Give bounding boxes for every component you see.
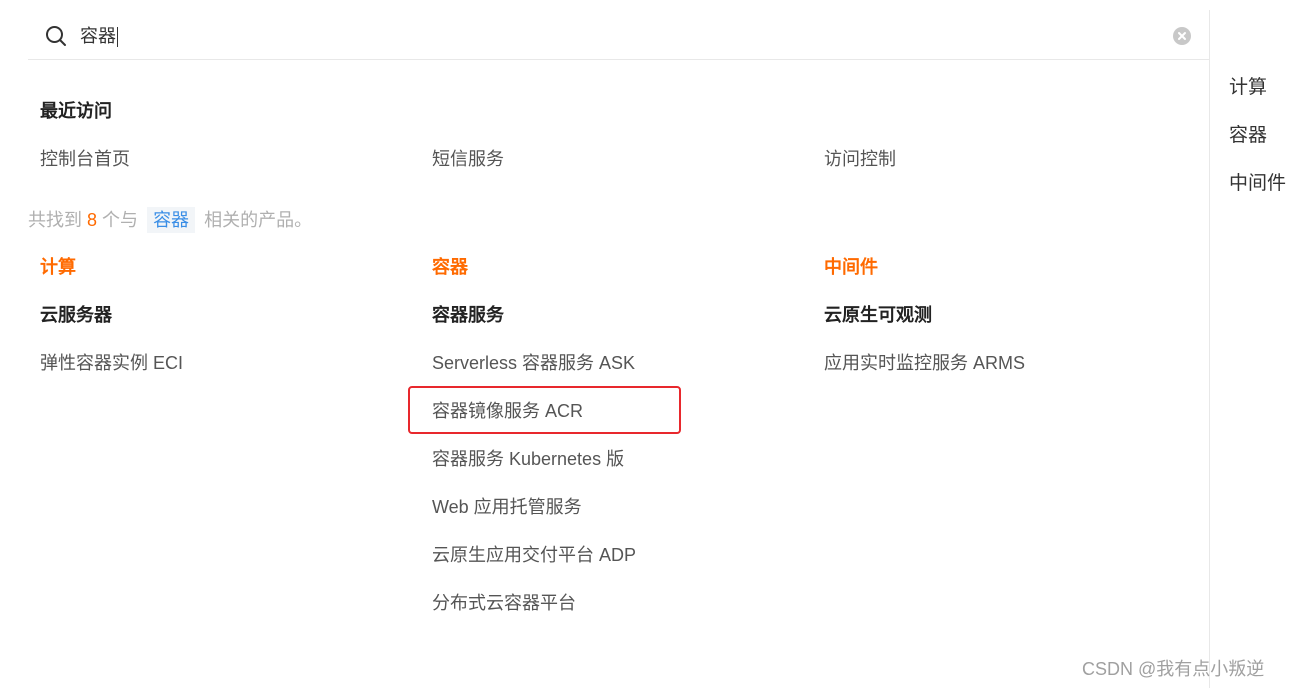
product-link[interactable]: 分布式云容器平台: [432, 589, 576, 615]
result-keyword-tag: 容器: [147, 207, 196, 233]
search-bar[interactable]: 容器: [28, 12, 1209, 60]
recent-item-console-home[interactable]: 控制台首页: [40, 145, 130, 171]
recent-item-access-control[interactable]: 访问控制: [824, 145, 896, 171]
group-cloud-native-observability: 云原生可观测: [824, 305, 932, 325]
result-middle: 个与: [102, 210, 139, 230]
group-container-service: 容器服务: [432, 305, 504, 325]
product-link[interactable]: Serverless 容器服务 ASK: [432, 349, 635, 375]
product-link[interactable]: 容器服务 Kubernetes 版: [432, 445, 624, 471]
category-container: 容器: [432, 257, 468, 277]
group-cloud-server: 云服务器: [40, 305, 112, 325]
search-icon: [46, 26, 66, 46]
result-prefix: 共找到: [28, 210, 82, 230]
product-link[interactable]: Web 应用托管服务: [432, 493, 582, 519]
search-input[interactable]: 容器: [80, 22, 118, 50]
product-link[interactable]: 云原生应用交付平台 ADP: [432, 541, 636, 567]
result-suffix: 相关的产品。: [204, 210, 313, 230]
side-nav-item-container[interactable]: 容器: [1229, 120, 1267, 147]
clear-icon[interactable]: [1173, 27, 1191, 45]
result-count: 8: [87, 210, 98, 230]
category-compute: 计算: [40, 257, 76, 277]
recent-visits-title: 最近访问: [40, 101, 112, 121]
result-summary: 共找到 8 个与 容器 相关的产品。: [28, 206, 312, 233]
side-nav: 计算 容器 中间件: [1209, 10, 1289, 688]
side-nav-item-middleware[interactable]: 中间件: [1229, 168, 1286, 195]
product-link[interactable]: 应用实时监控服务 ARMS: [824, 349, 1025, 375]
highlight-annotation-box: [408, 386, 681, 434]
watermark: CSDN @我有点小叛逆: [1082, 659, 1265, 679]
side-nav-item-compute[interactable]: 计算: [1229, 72, 1267, 99]
product-link[interactable]: 弹性容器实例 ECI: [40, 349, 183, 375]
product-search-panel: 容器 最近访问 控制台首页 短信服务 访问控制 共找到 8 个与 容器 相关的产…: [0, 0, 1289, 688]
recent-item-sms-service[interactable]: 短信服务: [432, 145, 504, 171]
category-middleware: 中间件: [824, 257, 878, 277]
